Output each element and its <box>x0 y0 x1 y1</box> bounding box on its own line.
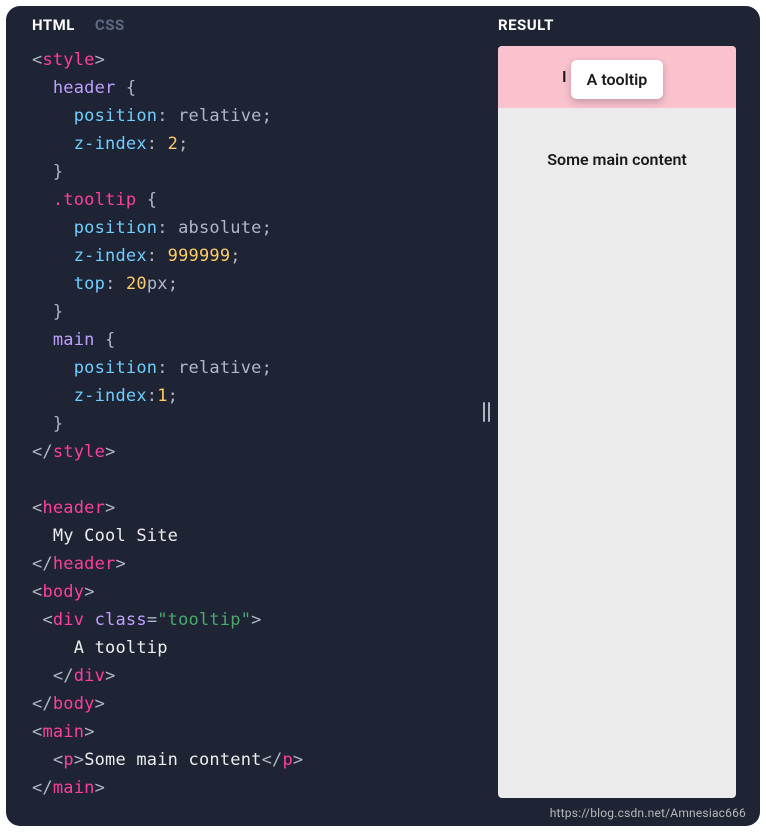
watermark: https://blog.csdn.net/Amnesiac666 <box>550 806 746 820</box>
preview-header-text: I <box>562 67 567 86</box>
result-label: RESULT <box>484 16 760 46</box>
tab-css[interactable]: CSS <box>95 16 125 34</box>
app-root: HTML CSS <style> header { position: rela… <box>6 6 760 826</box>
result-pane: RESULT I A tooltip Some main content <box>484 6 760 826</box>
preview-frame: I A tooltip Some main content <box>498 46 736 798</box>
preview-tooltip: A tooltip <box>571 60 664 99</box>
editor-pane: HTML CSS <style> header { position: rela… <box>6 6 484 826</box>
pane-resize-handle[interactable] <box>483 402 490 422</box>
tab-html[interactable]: HTML <box>32 16 75 34</box>
tab-bar: HTML CSS <box>6 16 484 46</box>
preview-header: I A tooltip <box>498 46 736 108</box>
preview-main-text: Some main content <box>498 150 736 169</box>
code-editor[interactable]: <style> header { position: relative; z-i… <box>6 46 484 802</box>
